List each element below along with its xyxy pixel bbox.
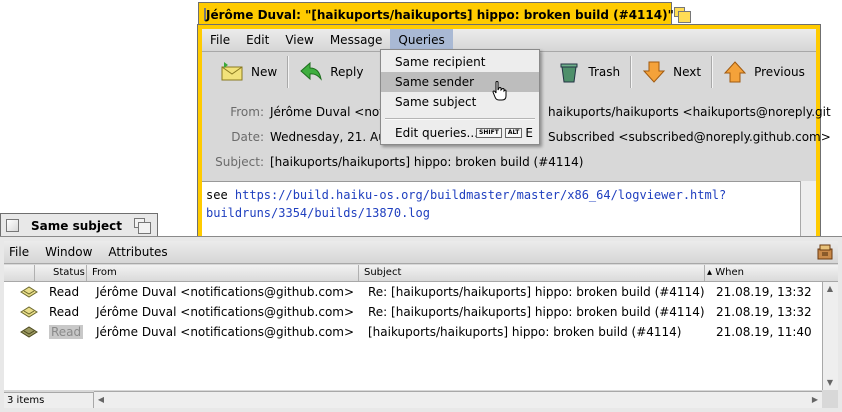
query-window: File Window Attributes Status From Subje… bbox=[0, 236, 842, 412]
shortcut-key: E bbox=[525, 126, 533, 140]
hand-cursor-icon bbox=[492, 81, 507, 101]
menu-item-same-recipient[interactable]: Same recipient bbox=[381, 52, 539, 72]
read-mail-icon bbox=[20, 326, 38, 338]
previous-button-label: Previous bbox=[754, 65, 805, 79]
row-status: Read bbox=[49, 285, 80, 299]
trash-icon bbox=[557, 60, 581, 84]
new-mail-icon bbox=[220, 60, 244, 84]
subject-field[interactable]: [haikuports/haikuports] hippo: broken bu… bbox=[270, 155, 583, 169]
menu-item-edit-queries[interactable]: Edit queries... SHIFT ALT E bbox=[381, 123, 539, 143]
scroll-down-arrow-icon[interactable]: ▼ bbox=[823, 376, 837, 390]
scroll-right-arrow-icon[interactable]: ▶ bbox=[808, 393, 822, 407]
edit-queries-shortcut: SHIFT ALT E bbox=[476, 123, 533, 143]
menu-separator bbox=[385, 118, 535, 120]
column-subject[interactable]: Subject bbox=[358, 265, 694, 281]
log-link-line1[interactable]: https://build.haiku-os.org/buildmaster/m… bbox=[235, 188, 726, 202]
menu-file[interactable]: File bbox=[202, 29, 238, 51]
log-link-line2[interactable]: buildruns/3354/builds/13870.log bbox=[206, 206, 430, 220]
list-horizontal-scrollbar[interactable]: ◀ ▶ bbox=[94, 391, 822, 408]
row-when: 21.08.19, 13:32 bbox=[716, 305, 812, 319]
cc-field[interactable]: Subscribed <subscribed@noreply.github.co… bbox=[548, 130, 831, 144]
item-count: 3 items bbox=[4, 392, 94, 408]
next-button-label: Next bbox=[673, 65, 702, 79]
query-window-title: Same subject bbox=[31, 218, 122, 233]
body-scrollbar[interactable] bbox=[800, 181, 816, 236]
menu-item-same-subject[interactable]: Same subject bbox=[381, 92, 539, 112]
shift-key: SHIFT bbox=[476, 128, 502, 138]
menu-window[interactable]: Window bbox=[37, 241, 100, 263]
column-when-label: When bbox=[715, 267, 744, 278]
list-vertical-scrollbar[interactable]: ▲ ▼ bbox=[822, 282, 838, 390]
read-mail-icon bbox=[20, 286, 38, 298]
menu-attributes[interactable]: Attributes bbox=[100, 241, 175, 263]
menu-queries[interactable]: Queries bbox=[390, 29, 453, 51]
body-text-prefix: see bbox=[206, 188, 235, 202]
trash-button-label: Trash bbox=[588, 65, 621, 79]
query-window-tab[interactable]: Same subject bbox=[0, 213, 158, 237]
reply-button[interactable]: Reply bbox=[291, 54, 371, 90]
scroll-left-arrow-icon[interactable]: ◀ bbox=[94, 393, 108, 407]
message-body[interactable]: see https://build.haiku-os.org/buildmast… bbox=[202, 181, 800, 236]
column-when[interactable]: ▴ When bbox=[704, 265, 834, 281]
mailbox-icon[interactable] bbox=[816, 243, 834, 261]
toolbar-divider bbox=[630, 56, 633, 88]
edit-queries-label: Edit queries... bbox=[395, 126, 479, 140]
column-status[interactable]: Status bbox=[34, 265, 86, 281]
menu-item-same-sender[interactable]: Same sender bbox=[381, 72, 539, 92]
menu-view[interactable]: View bbox=[277, 29, 321, 51]
from-label: From: bbox=[230, 105, 264, 119]
trash-button[interactable]: Trash bbox=[549, 54, 628, 90]
queries-dropdown: Same recipient Same sender Same subject … bbox=[380, 49, 540, 145]
row-from: Jérôme Duval <notifications@github.com> bbox=[96, 325, 355, 339]
table-row[interactable]: Read Jérôme Duval <notifications@github.… bbox=[4, 322, 822, 342]
read-mail-icon bbox=[20, 306, 38, 318]
column-header: Status From Subject ▴ When bbox=[4, 265, 838, 282]
mail-window-tab[interactable]: Jérôme Duval: "[haikuports/haikuports] h… bbox=[198, 2, 691, 26]
table-row[interactable]: Read Jérôme Duval <notifications@github.… bbox=[4, 302, 822, 322]
row-when: 21.08.19, 13:32 bbox=[716, 285, 812, 299]
reply-button-label: Reply bbox=[330, 65, 364, 79]
row-status: Read bbox=[49, 305, 80, 319]
next-button[interactable]: Next bbox=[634, 54, 709, 90]
previous-button[interactable]: Previous bbox=[715, 54, 813, 90]
row-from: Jérôme Duval <notifications@github.com> bbox=[96, 305, 355, 319]
menu-edit[interactable]: Edit bbox=[238, 29, 277, 51]
up-arrow-icon bbox=[723, 60, 747, 84]
query-menubar: File Window Attributes bbox=[4, 241, 838, 264]
reply-arrow-icon bbox=[299, 60, 323, 84]
row-status-selected: Read bbox=[49, 325, 84, 339]
message-list: Read Jérôme Duval <notifications@github.… bbox=[4, 282, 822, 390]
sort-ascending-icon: ▴ bbox=[707, 267, 713, 278]
table-row[interactable]: Read Jérôme Duval <notifications@github.… bbox=[4, 282, 822, 302]
close-icon[interactable] bbox=[6, 219, 19, 232]
mail-window-title: Jérôme Duval: "[haikuports/haikuports] h… bbox=[206, 7, 674, 22]
toolbar-divider bbox=[287, 56, 290, 88]
down-arrow-icon bbox=[642, 60, 666, 84]
row-from: Jérôme Duval <notifications@github.com> bbox=[96, 285, 355, 299]
row-status: Read bbox=[49, 322, 84, 342]
subject-label: Subject: bbox=[215, 155, 264, 169]
toolbar-divider bbox=[711, 56, 714, 88]
alt-key: ALT bbox=[504, 128, 523, 138]
date-label: Date: bbox=[231, 130, 264, 144]
zoom-icon[interactable] bbox=[134, 217, 152, 234]
new-button[interactable]: New bbox=[212, 54, 285, 90]
menu-file[interactable]: File bbox=[4, 241, 37, 263]
menu-message[interactable]: Message bbox=[322, 29, 391, 51]
to-field[interactable]: haikuports/haikuports <haikuports@norepl… bbox=[548, 105, 831, 119]
new-button-label: New bbox=[251, 65, 278, 79]
scroll-up-arrow-icon[interactable]: ▲ bbox=[823, 282, 837, 296]
row-subject: Re: [haikuports/haikuports] hippo: broke… bbox=[368, 285, 705, 299]
column-from[interactable]: From bbox=[86, 265, 358, 281]
row-subject: Re: [haikuports/haikuports] hippo: broke… bbox=[368, 305, 705, 319]
row-subject: [haikuports/haikuports] hippo: broken bu… bbox=[368, 325, 682, 339]
row-when: 21.08.19, 11:40 bbox=[716, 325, 812, 339]
